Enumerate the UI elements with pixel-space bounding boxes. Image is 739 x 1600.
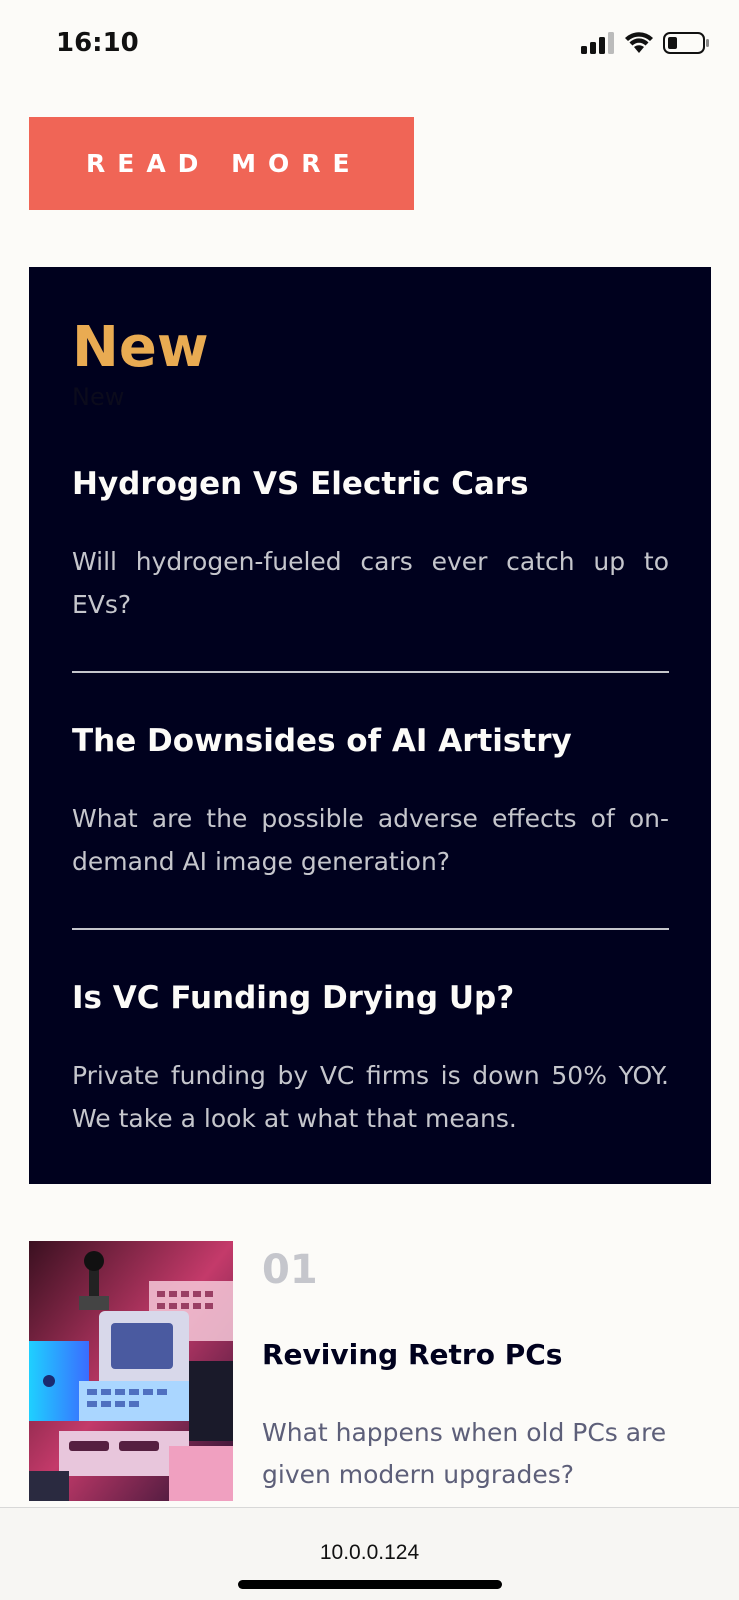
top-list-item[interactable]: 01 Reviving Retro PCs What happens when … [29,1241,711,1501]
signal-icon [581,32,614,54]
status-bar: 16:10 [0,0,739,90]
article-divider [72,928,669,930]
article-item[interactable]: Is VC Funding Drying Up? Private funding… [72,978,669,1140]
article-item[interactable]: The Downsides of AI Artistry What are th… [72,721,669,883]
home-indicator[interactable] [238,1580,502,1589]
article-divider [72,671,669,673]
retro-pc-illustration [29,1241,233,1501]
article-title[interactable]: The Downsides of AI Artistry [72,721,669,761]
article-title[interactable]: Hydrogen VS Electric Cars [72,464,669,504]
read-more-button[interactable]: READ MORE [29,117,414,210]
list-item-description: What happens when old PCs are given mode… [262,1418,667,1489]
retro-pc-image[interactable] [29,1241,233,1501]
status-icons [581,32,709,54]
article-description: What are the possible adverse effects of… [72,804,669,876]
article-item[interactable]: Hydrogen VS Electric Cars Will hydrogen-… [72,464,669,626]
new-heading: New [72,315,209,380]
list-item-title[interactable]: Reviving Retro PCs [262,1338,562,1371]
article-description: Private funding by VC firms is down 50% … [72,1061,669,1133]
browser-url-bar[interactable]: 10.0.0.124 [0,1507,739,1600]
article-title[interactable]: Is VC Funding Drying Up? [72,978,669,1018]
new-heading-shadow: New [72,383,125,411]
url-text[interactable]: 10.0.0.124 [0,1541,739,1565]
list-item-number: 01 [262,1247,318,1293]
status-time: 16:10 [56,28,139,58]
battery-icon [663,32,709,54]
new-articles-panel: New New Hydrogen VS Electric Cars Will h… [29,267,711,1184]
article-description: Will hydrogen-fueled cars ever catch up … [72,547,669,619]
wifi-icon [625,32,653,53]
